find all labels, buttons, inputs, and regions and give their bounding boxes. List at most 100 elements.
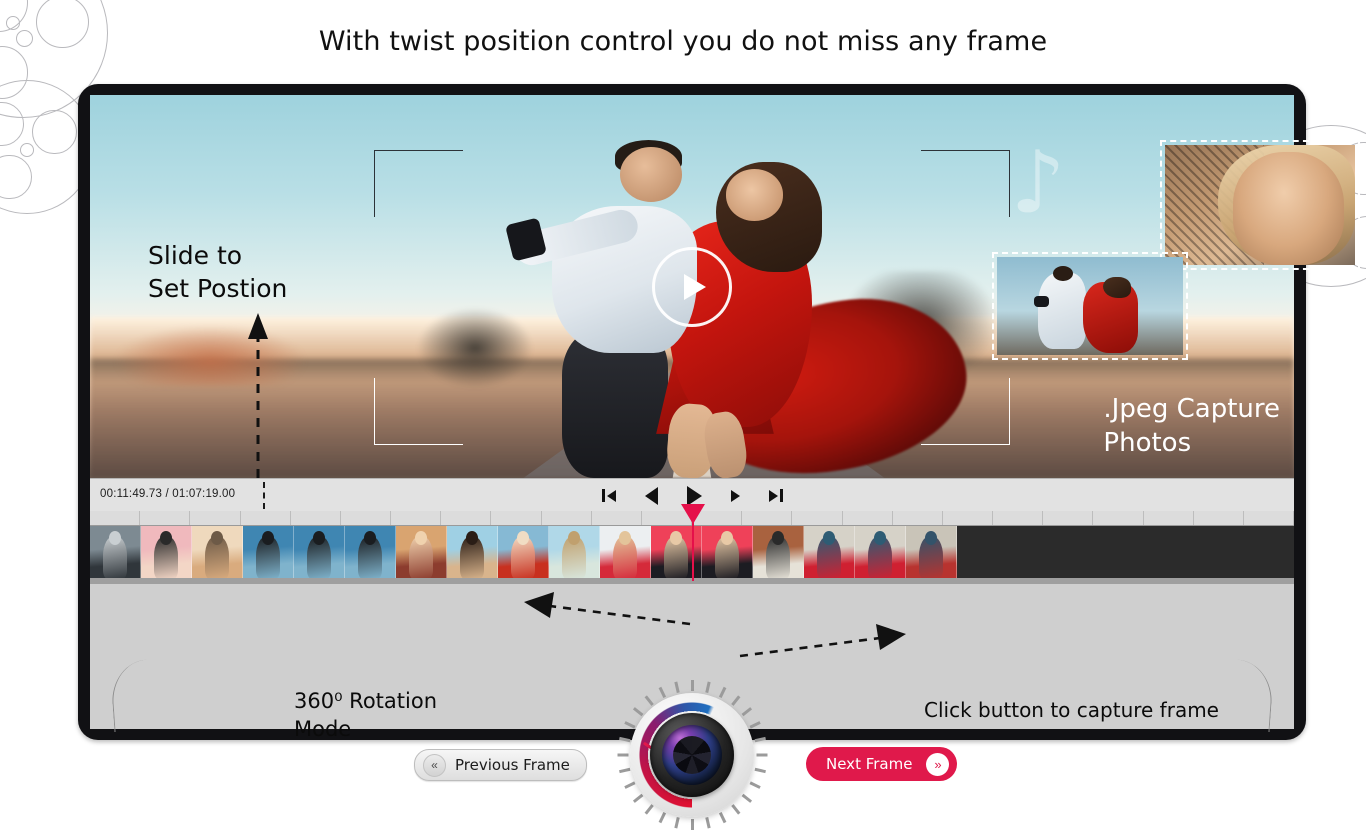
previous-frame-button[interactable]: « Previous Frame — [414, 749, 587, 781]
dial-tick — [756, 753, 767, 757]
filmstrip-frame[interactable] — [600, 526, 651, 579]
annotation-jpeg-capture-photos: .Jpeg Capture Photos — [1103, 394, 1280, 459]
filmstrip-frame-head — [568, 531, 580, 546]
filmstrip-frame-head — [415, 531, 427, 546]
filmstrip-frame-head — [874, 531, 886, 546]
filmstrip-frame-head — [262, 531, 274, 546]
filmstrip-frame-head — [211, 531, 223, 546]
device-screen: ♪ ℘ — [90, 95, 1360, 830]
dial-tick — [618, 736, 630, 743]
frame-bracket-top-left — [374, 150, 463, 217]
filmstrip-frame[interactable] — [192, 526, 243, 579]
dial-tick — [730, 695, 740, 706]
dial-tick — [690, 680, 694, 691]
previous-frame-label: Previous Frame — [455, 756, 570, 774]
filmstrip-frame[interactable] — [141, 526, 192, 579]
play-icon — [684, 273, 706, 300]
next-frame-label: Next Frame — [826, 755, 913, 773]
dial-tick — [623, 781, 635, 789]
go-to-start-button[interactable] — [601, 489, 616, 502]
device-frame: ♪ ℘ — [78, 84, 1360, 830]
jpeg-capture-thumb-1[interactable] — [1160, 140, 1360, 270]
play-button[interactable] — [686, 485, 702, 506]
next-frame-button[interactable]: Next Frame » — [806, 747, 958, 781]
filmstrip-frame-head — [517, 531, 529, 546]
dial-tick — [718, 812, 726, 824]
filmstrip-frame-head — [772, 531, 784, 546]
dial-tick — [618, 767, 630, 774]
rotation-curve-left-icon — [109, 657, 176, 733]
dial-tick — [754, 736, 766, 743]
dial-tick — [741, 707, 752, 717]
filmstrip-frame[interactable] — [396, 526, 447, 579]
dial-tick — [718, 686, 726, 698]
page-title: With twist position control you do not m… — [318, 26, 1048, 57]
dial-tick — [741, 793, 752, 803]
play-overlay-button[interactable] — [652, 246, 732, 327]
dial-tick — [658, 812, 666, 824]
dial-tick — [673, 817, 680, 829]
filmstrip-frame-head — [466, 531, 478, 546]
filmstrip-frame-head — [619, 531, 631, 546]
dial-tick — [704, 817, 711, 829]
dial-tick — [632, 793, 643, 803]
page-root: With twist position control you do not m… — [0, 0, 1366, 830]
jpeg-capture-thumb-2[interactable] — [992, 252, 1188, 360]
filmstrip-frame-head — [721, 531, 733, 546]
video-bg-tree-left — [114, 324, 307, 387]
step-forward-button[interactable] — [730, 489, 740, 502]
annotation-360-rotation-mode: 360⁰ Rotation Mode — [294, 689, 438, 742]
filmstrip-frame[interactable] — [804, 526, 855, 579]
skip-next-icon — [768, 489, 778, 502]
dial-tick — [617, 753, 628, 757]
filmstrip-frame-head — [823, 531, 835, 546]
filmstrip-frame[interactable] — [906, 526, 957, 579]
dial-tick — [658, 686, 666, 698]
go-to-end-button[interactable] — [768, 489, 783, 502]
filmstrip-frame[interactable] — [702, 526, 753, 579]
filmstrip-frame[interactable] — [243, 526, 294, 579]
dial-tick — [704, 681, 711, 693]
filmstrip-frame[interactable] — [753, 526, 804, 579]
play-icon — [686, 485, 702, 506]
filmstrip-frame-head — [925, 531, 937, 546]
filmstrip-frame[interactable] — [447, 526, 498, 579]
frame-bracket-bottom-right — [921, 378, 1010, 445]
forward-icon — [730, 489, 740, 502]
playhead-marker[interactable] — [681, 504, 705, 581]
dial-tick — [690, 819, 694, 830]
filmstrip-frame[interactable] — [90, 526, 141, 579]
filmstrip-frame[interactable] — [855, 526, 906, 579]
filmstrip-frame[interactable] — [498, 526, 549, 579]
step-back-button[interactable] — [644, 486, 658, 505]
dial-tick — [754, 767, 766, 774]
skip-previous-icon — [606, 489, 616, 502]
rewind-icon — [644, 486, 658, 505]
filmstrip-frame-head — [160, 531, 172, 546]
dial-tick — [644, 695, 654, 706]
dial-tick — [730, 804, 740, 815]
dial-tick — [673, 681, 680, 693]
filmstrip-frame-head — [109, 531, 121, 546]
control-panel: 360⁰ Rotation Mode Click button to captu… — [90, 584, 1294, 830]
dial-tick — [749, 781, 761, 789]
dial-tick — [644, 804, 654, 815]
camera-lens-rotation-dial[interactable] — [617, 680, 767, 830]
filmstrip-frame[interactable] — [345, 526, 396, 579]
frame-bracket-top-right — [921, 150, 1010, 217]
chevron-double-right-icon: » — [926, 752, 950, 776]
filmstrip-frame-head — [670, 531, 682, 546]
dial-tick — [749, 721, 761, 729]
frame-bracket-bottom-left — [374, 378, 463, 445]
annotation-slide-to-set-position: Slide to Set Postion — [148, 241, 288, 303]
filmstrip-frame[interactable] — [651, 526, 702, 579]
filmstrip-frame[interactable] — [549, 526, 600, 579]
dial-tick — [623, 721, 635, 729]
filmstrip-frame[interactable] — [294, 526, 345, 579]
rotation-curve-right-icon — [1208, 657, 1275, 733]
annotation-click-to-capture: Click button to capture frame — [924, 698, 1219, 722]
filmstrip-frame-head — [364, 531, 376, 546]
chevron-double-left-icon: « — [423, 753, 446, 777]
filmstrip-frame-head — [313, 531, 325, 546]
aperture-icon — [673, 736, 711, 774]
